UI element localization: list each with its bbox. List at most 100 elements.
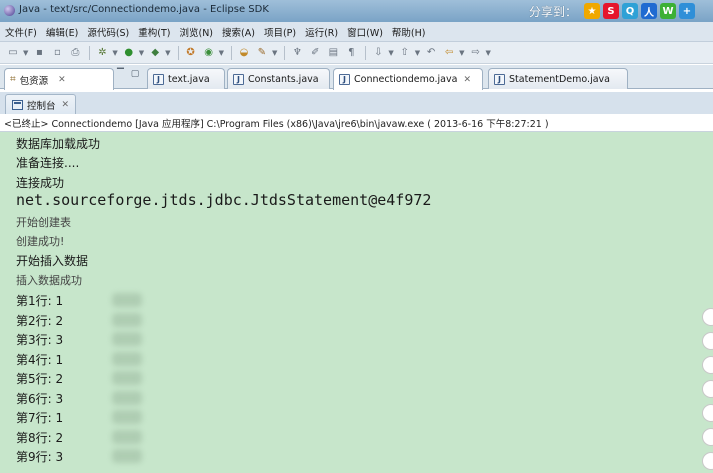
close-icon[interactable]: ✕ xyxy=(463,75,471,85)
open-task-dropdown-icon[interactable]: ▼ xyxy=(272,49,277,57)
show-whitespace-icon[interactable]: ¶ xyxy=(343,45,359,61)
side-widget[interactable] xyxy=(702,356,713,374)
java-file-icon: J xyxy=(233,73,244,85)
tab-statementdemo-java[interactable]: J StatementDemo.java xyxy=(488,68,628,89)
menu-navigate[interactable]: 浏览(N) xyxy=(179,25,213,39)
eclipse-icon xyxy=(4,5,15,16)
qzone-icon[interactable]: ★ xyxy=(584,3,600,19)
debug-icon[interactable]: ✲ xyxy=(94,45,110,61)
run-dropdown-icon[interactable]: ▼ xyxy=(139,49,144,57)
toolbar-separator xyxy=(230,45,232,60)
console-line: 开始插入数据 xyxy=(16,254,89,268)
window-title-bar: Java - text/src/Connectiondemo.java - Ec… xyxy=(0,0,713,22)
side-widget[interactable] xyxy=(702,380,713,398)
new-icon[interactable]: ▭ xyxy=(5,45,21,61)
console-line: 第3行: 3 xyxy=(16,333,64,347)
redacted-value xyxy=(112,332,142,346)
new-java-project-icon[interactable]: ✪ xyxy=(183,45,199,61)
console-line: 第6行: 3 xyxy=(16,392,64,406)
tab-text-java[interactable]: J text.java xyxy=(147,68,225,89)
tencent-weibo-icon[interactable]: Q xyxy=(622,3,638,19)
forward-dropdown-icon[interactable]: ▼ xyxy=(486,49,491,57)
redacted-value xyxy=(112,313,142,327)
back-dropdown-icon[interactable]: ▼ xyxy=(459,49,464,57)
minimize-maximize-icon[interactable]: ▔ ▢ xyxy=(117,69,141,79)
console-line: 开始创建表 xyxy=(16,216,71,229)
console-line: 创建成功! xyxy=(16,235,65,248)
toggle-mark-icon[interactable]: ♆ xyxy=(289,45,305,61)
console-line: 第7行: 1 xyxy=(16,411,64,425)
redacted-value xyxy=(112,410,142,424)
menu-edit[interactable]: 编辑(E) xyxy=(46,25,78,39)
back-icon[interactable]: ⇦ xyxy=(441,45,457,61)
tab-package-explorer[interactable]: ⌗ 包资源 ✕ xyxy=(4,68,114,90)
console-view-header: 控制台 ✕ xyxy=(0,92,713,114)
menu-search[interactable]: 搜索(A) xyxy=(222,25,255,39)
side-widget[interactable] xyxy=(702,452,713,470)
toggle-highlight-icon[interactable]: ✐ xyxy=(307,45,323,61)
tab-constants-java[interactable]: J Constants.java xyxy=(227,68,330,89)
console-line: 第5行: 2 xyxy=(16,372,64,386)
external-tools-icon[interactable]: ◆ xyxy=(147,45,163,61)
redacted-value xyxy=(112,449,142,463)
tab-console[interactable]: 控制台 ✕ xyxy=(5,94,77,114)
redacted-value xyxy=(112,293,142,307)
print-icon[interactable]: ⎙ xyxy=(67,45,83,61)
open-type-icon[interactable]: ◒ xyxy=(236,45,252,61)
toolbar-separator xyxy=(177,45,179,60)
toolbar-separator xyxy=(284,45,286,60)
new-class-icon[interactable]: ◉ xyxy=(201,45,217,61)
save-icon[interactable]: ▪ xyxy=(31,45,47,61)
weibo-icon[interactable]: S xyxy=(603,3,619,19)
menu-window[interactable]: 窗口(W) xyxy=(347,25,383,39)
menu-source[interactable]: 源代码(S) xyxy=(87,25,129,39)
console-line: 第2行: 2 xyxy=(16,314,64,328)
toolbar-separator xyxy=(365,45,367,60)
console-line: 连接成功 xyxy=(16,176,65,190)
close-icon[interactable]: ✕ xyxy=(62,100,70,110)
menu-project[interactable]: 项目(P) xyxy=(264,25,296,39)
console-output[interactable]: 数据库加载成功 准备连接.... 连接成功 net.sourceforge.jt… xyxy=(0,132,713,473)
open-task-icon[interactable]: ✎ xyxy=(254,45,270,61)
previous-annotation-dropdown-icon[interactable]: ▼ xyxy=(415,49,420,57)
menu-refactor[interactable]: 重构(T) xyxy=(138,25,170,39)
tab-label: StatementDemo.java xyxy=(509,73,610,85)
menu-file[interactable]: 文件(F) xyxy=(5,25,37,39)
menu-bar: 文件(F) 编辑(E) 源代码(S) 重构(T) 浏览(N) 搜索(A) 项目(… xyxy=(0,22,713,42)
forward-icon[interactable]: ⇨ xyxy=(468,45,484,61)
menu-run[interactable]: 运行(R) xyxy=(305,25,338,39)
run-icon[interactable]: ● xyxy=(121,45,137,61)
side-widget[interactable] xyxy=(702,308,713,326)
tab-label: Connectiondemo.java xyxy=(354,74,458,85)
toggle-block-icon[interactable]: ▤ xyxy=(325,45,341,61)
toolbar-separator xyxy=(89,45,91,60)
console-line: net.sourceforge.jtds.jdbc.JtdsStatement@… xyxy=(16,191,432,209)
wechat-icon[interactable]: W xyxy=(660,3,676,19)
redacted-value xyxy=(112,371,142,385)
renren-icon[interactable]: 人 xyxy=(641,3,657,19)
console-line: 第1行: 1 xyxy=(16,294,64,308)
more-share-icon[interactable]: + xyxy=(679,3,695,19)
last-edit-icon[interactable]: ↶ xyxy=(423,45,439,61)
toolbar: ▭ ▼ ▪ ▫ ⎙ ✲ ▼ ● ▼ ◆ ▼ ✪ ◉ ▼ ◒ ✎ ▼ ♆ ✐ ▤ ¶ ⇩ ▼ ⇧… xyxy=(0,42,713,64)
new-class-dropdown-icon[interactable]: ▼ xyxy=(219,49,224,57)
share-bar: 分享到： ★ S Q 人 W + xyxy=(529,2,695,20)
close-icon[interactable]: ✕ xyxy=(58,75,66,85)
tab-label: text.java xyxy=(168,73,210,85)
tab-connectiondemo-java[interactable]: J Connectiondemo.java ✕ xyxy=(333,68,483,90)
side-widget[interactable] xyxy=(702,332,713,350)
editor-tab-bar: ⌗ 包资源 ✕ ▔ ▢ J text.java J Constants.java… xyxy=(0,65,713,90)
next-annotation-dropdown-icon[interactable]: ▼ xyxy=(388,49,393,57)
console-status: <已终止> Connectiondemo [Java 应用程序] C:\Prog… xyxy=(0,114,713,132)
previous-annotation-icon[interactable]: ⇧ xyxy=(397,45,413,61)
new-dropdown-icon[interactable]: ▼ xyxy=(23,49,28,57)
java-file-icon: J xyxy=(494,73,505,85)
external-tools-dropdown-icon[interactable]: ▼ xyxy=(165,49,170,57)
side-widget[interactable] xyxy=(702,404,713,422)
console-line: 插入数据成功 xyxy=(16,274,82,287)
menu-help[interactable]: 帮助(H) xyxy=(392,25,426,39)
debug-dropdown-icon[interactable]: ▼ xyxy=(112,49,117,57)
save-all-icon[interactable]: ▫ xyxy=(49,45,65,61)
side-widget[interactable] xyxy=(702,428,713,446)
next-annotation-icon[interactable]: ⇩ xyxy=(370,45,386,61)
